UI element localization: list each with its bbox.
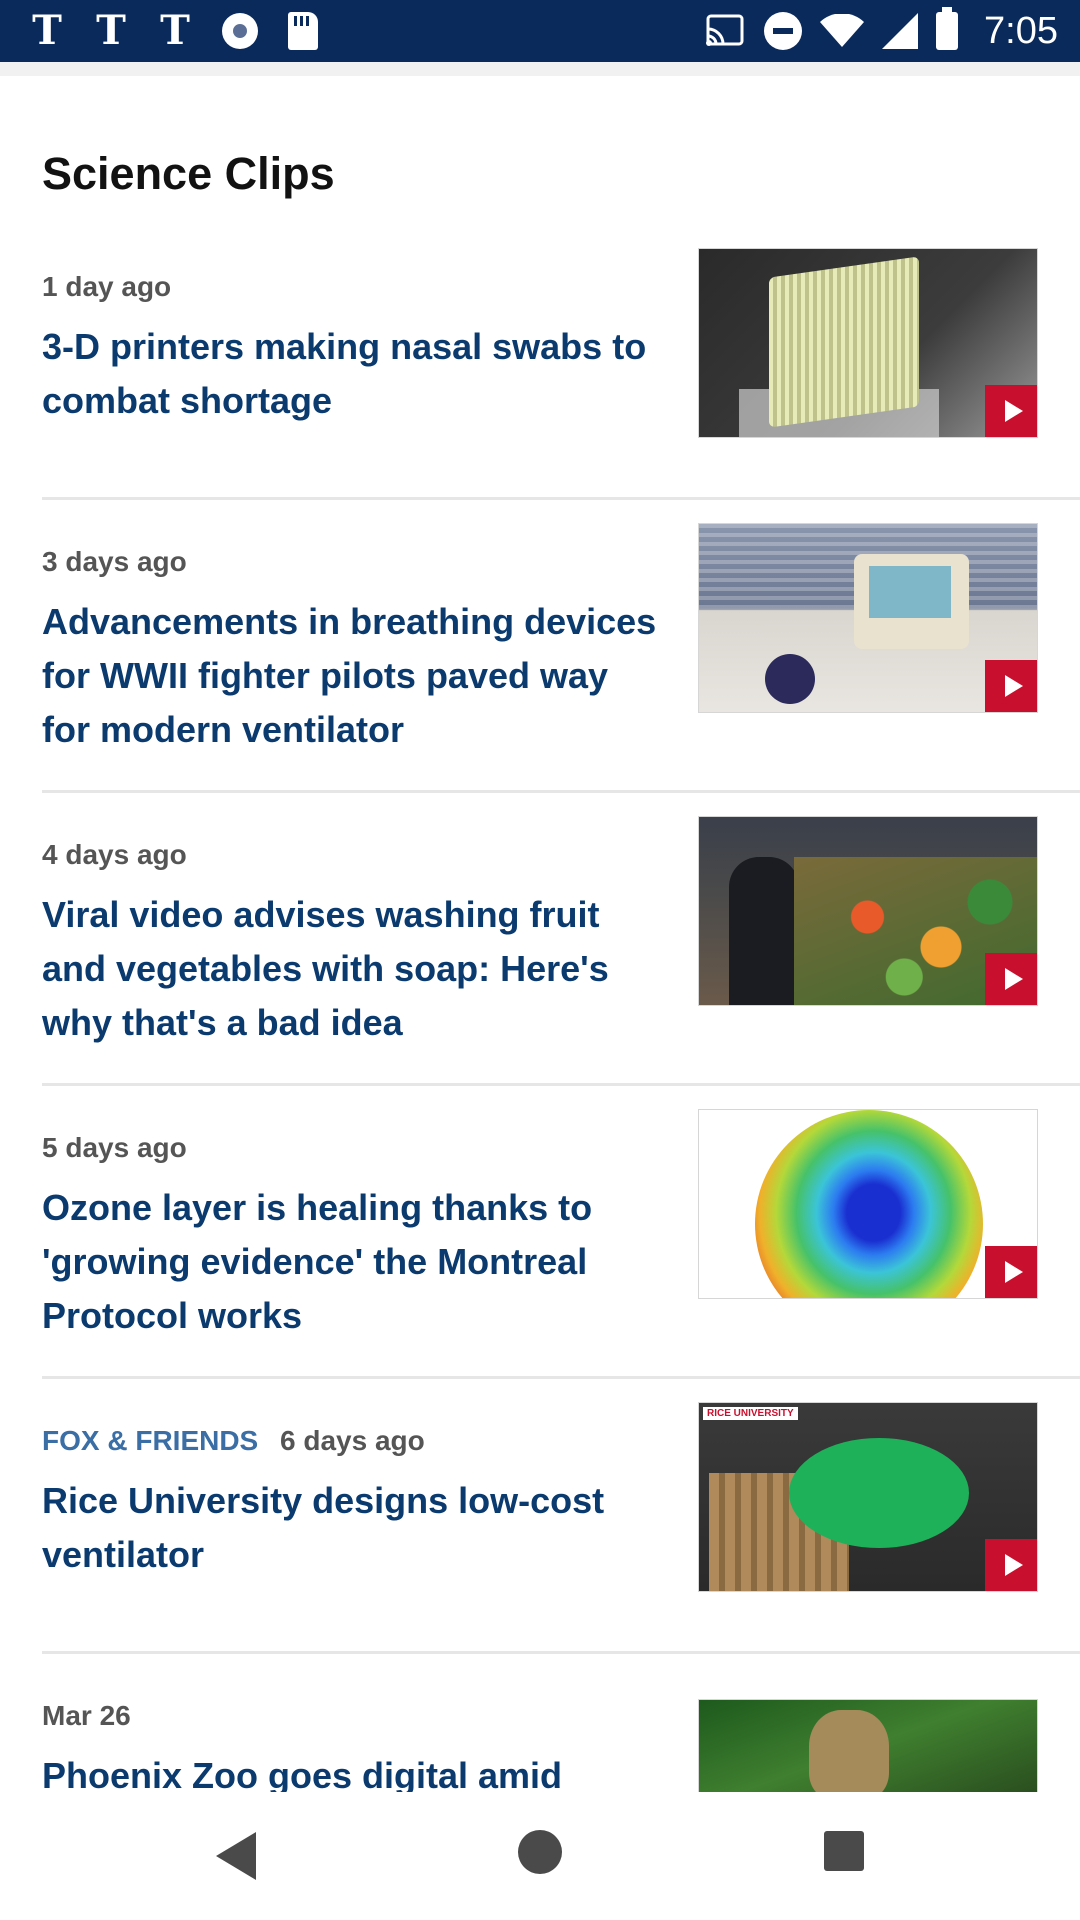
clip-headline[interactable]: Advancements in breathing devices for WW… xyxy=(42,595,662,757)
play-icon[interactable] xyxy=(985,953,1037,1005)
clip-item[interactable]: Mar 26 Phoenix Zoo goes digital amid xyxy=(42,1699,1080,1792)
clip-headline[interactable]: 3-D printers making nasal swabs to comba… xyxy=(42,320,662,428)
ventilator-bag-image xyxy=(765,654,815,704)
nasal-swabs-image xyxy=(769,256,919,428)
clip-thumbnail[interactable] xyxy=(698,1109,1038,1299)
page-title: Science Clips xyxy=(42,148,335,199)
clock: 7:05 xyxy=(984,9,1058,52)
do-not-disturb-icon xyxy=(764,12,803,50)
clip-age: 1 day ago xyxy=(42,271,172,302)
clip-source[interactable]: FOX & FRIENDS xyxy=(42,1425,258,1456)
clip-thumbnail[interactable] xyxy=(698,523,1038,713)
clip-headline[interactable]: Phoenix Zoo goes digital amid xyxy=(42,1749,662,1792)
shoppers-image xyxy=(729,857,799,1005)
thumbnail-label: RICE UNIVERSITY xyxy=(703,1407,798,1420)
play-icon[interactable] xyxy=(985,1246,1037,1298)
home-icon[interactable] xyxy=(518,1830,562,1874)
clip-meta: 5 days ago xyxy=(42,1131,187,1165)
radio-icon xyxy=(222,13,258,49)
divider xyxy=(42,1083,1080,1086)
play-icon[interactable] xyxy=(985,385,1037,437)
clip-thumbnail[interactable] xyxy=(698,248,1038,438)
clip-thumbnail[interactable] xyxy=(698,816,1038,1006)
clip-meta: FOX & FRIENDS 6 days ago xyxy=(42,1424,425,1458)
clip-thumbnail[interactable] xyxy=(698,1699,1038,1792)
clip-meta: 1 day ago xyxy=(42,270,171,304)
nyt-t-icon: T xyxy=(96,7,126,54)
clip-meta: 3 days ago xyxy=(42,545,187,579)
notification-icons: T T T xyxy=(30,8,318,54)
back-icon[interactable] xyxy=(216,1832,256,1880)
sd-card-icon xyxy=(288,12,318,50)
recents-icon[interactable] xyxy=(824,1831,864,1871)
clip-headline[interactable]: Ozone layer is healing thanks to 'growin… xyxy=(42,1181,662,1343)
status-bar: T T T 7:05 xyxy=(0,0,1080,62)
system-icons: 7:05 xyxy=(704,7,1058,54)
clip-headline[interactable]: Rice University designs low-cost ventila… xyxy=(42,1474,662,1582)
play-icon[interactable] xyxy=(985,660,1037,712)
nyt-t-icon: T xyxy=(160,7,190,54)
clip-age: 4 days ago xyxy=(42,839,187,870)
ozone-globe-image xyxy=(755,1110,983,1298)
play-icon[interactable] xyxy=(985,1539,1037,1591)
clip-age: 3 days ago xyxy=(42,546,187,577)
cast-icon xyxy=(704,14,746,48)
clip-meta: 4 days ago xyxy=(42,838,187,872)
clip-age: Mar 26 xyxy=(42,1700,131,1731)
clip-meta: Mar 26 xyxy=(42,1699,131,1733)
clip-age: 6 days ago xyxy=(280,1425,425,1456)
divider xyxy=(42,1376,1080,1379)
divider xyxy=(42,790,1080,793)
clip-thumbnail[interactable]: RICE UNIVERSITY xyxy=(698,1402,1038,1592)
navigation-bar xyxy=(0,1792,1080,1920)
nyt-t-icon: T xyxy=(32,7,62,54)
battery-icon xyxy=(936,7,959,50)
green-ventilator-bag-image xyxy=(789,1438,969,1548)
clip-age: 5 days ago xyxy=(42,1132,187,1163)
monkey-image xyxy=(809,1710,889,1792)
cellular-signal-icon xyxy=(882,13,919,49)
divider xyxy=(42,1651,1080,1654)
header-shadow xyxy=(0,62,1080,76)
clip-headline[interactable]: Viral video advises washing fruit and ve… xyxy=(42,888,662,1050)
wifi-icon xyxy=(820,14,865,48)
divider xyxy=(42,497,1080,500)
ventilator-screen-image xyxy=(869,566,951,618)
